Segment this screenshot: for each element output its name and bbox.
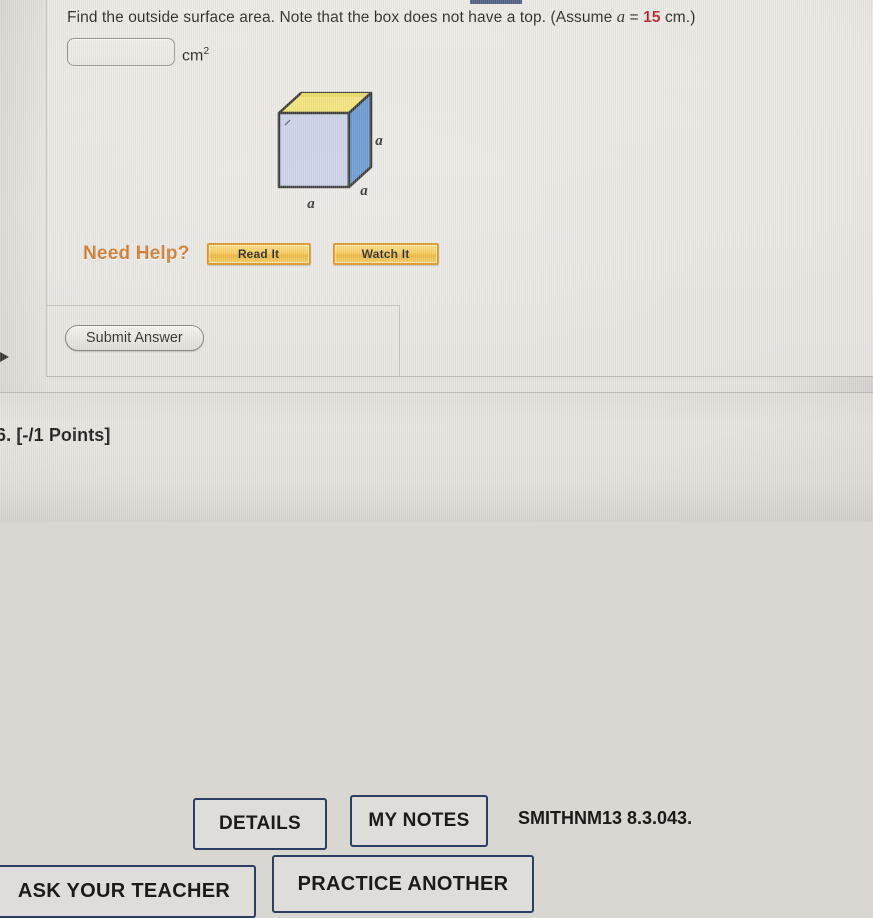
- ask-your-teacher-button[interactable]: ASK YOUR TEACHER: [0, 865, 256, 918]
- points-label: 6. [-/1 Points]: [0, 425, 111, 445]
- question-prompt: Find the outside surface area. Note that…: [67, 7, 867, 27]
- my-notes-button[interactable]: MY NOTES: [350, 795, 488, 847]
- submit-zone: Submit Answer: [47, 305, 400, 377]
- need-help-label: Need Help?: [83, 243, 190, 264]
- cube-interior-back-wall: [301, 93, 371, 97]
- my-notes-button-label: MY NOTES: [368, 810, 470, 831]
- practice-another-button[interactable]: PRACTICE ANOTHER: [272, 855, 534, 913]
- prompt-value: 15: [643, 9, 661, 26]
- cube-label-width: a: [307, 196, 315, 212]
- details-button-label: DETAILS: [219, 813, 301, 834]
- answer-row: cm2: [67, 38, 209, 69]
- read-it-button[interactable]: Read It: [206, 243, 311, 265]
- prompt-equals: =: [625, 9, 644, 26]
- cube-label-height: a: [375, 133, 383, 149]
- cube-label-depth: a: [360, 183, 368, 199]
- submit-answer-button[interactable]: Submit Answer: [65, 325, 204, 351]
- question-card: Find the outside surface area. Note that…: [46, 0, 873, 377]
- collapse-caret-icon[interactable]: [0, 352, 9, 362]
- answer-unit-label: cm2: [182, 38, 209, 69]
- figure-open-top-cube: a a a: [271, 83, 391, 215]
- assignment-code: SMITHNM13 8.3.043.: [518, 808, 693, 828]
- unit-text: cm: [182, 47, 204, 65]
- prompt-text-tail: cm.): [660, 9, 696, 26]
- top-cutoff-bar: [470, 0, 522, 4]
- next-problem-header: 6. [-/1 Points] DETAILS MY NOTES SMITHNM…: [0, 392, 873, 918]
- cube-svg: a a a: [277, 91, 383, 212]
- prompt-text-lead: Find the outside surface area. Note that…: [67, 9, 617, 26]
- watch-it-button[interactable]: Watch It: [332, 243, 439, 265]
- prompt-variable: a: [616, 7, 626, 26]
- need-help-row: Need Help? Read It Watch It: [83, 243, 439, 265]
- cube-front-face: [277, 111, 351, 189]
- unit-exponent: 2: [203, 45, 210, 57]
- answer-input[interactable]: [67, 38, 175, 66]
- ask-your-teacher-label: ASK YOUR TEACHER: [17, 880, 231, 902]
- practice-another-label: PRACTICE ANOTHER: [297, 872, 509, 895]
- details-button[interactable]: DETAILS: [193, 798, 327, 850]
